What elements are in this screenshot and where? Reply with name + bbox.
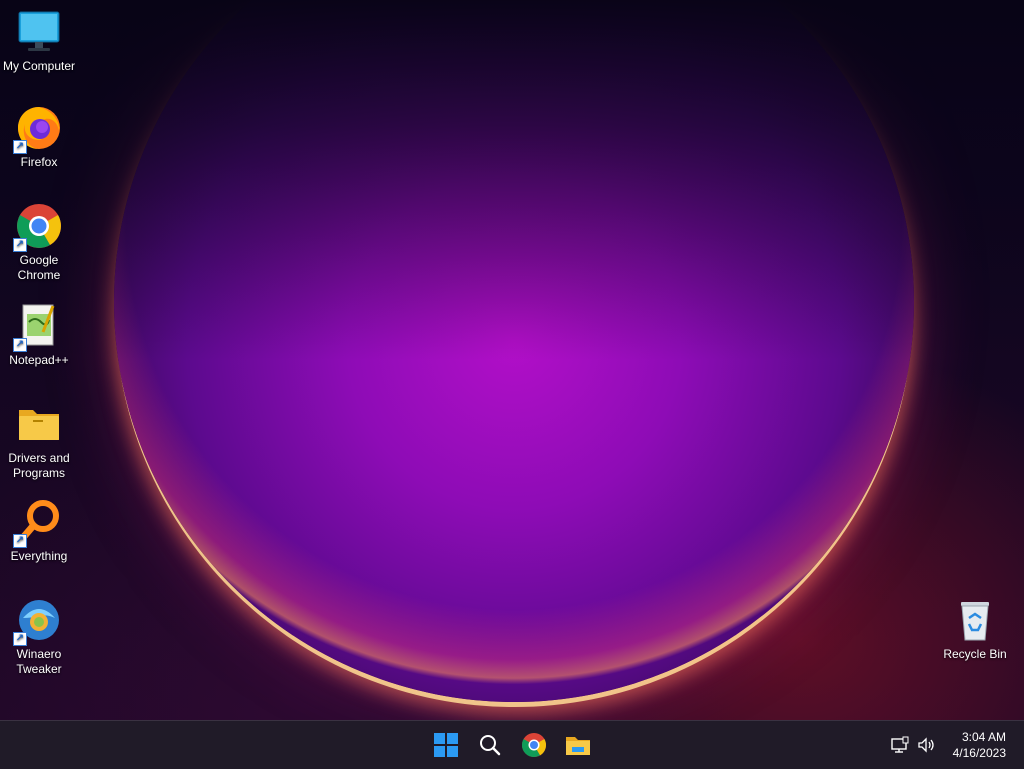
taskbar-chrome-button[interactable] — [518, 729, 550, 761]
everything-search-icon: ↗ — [13, 498, 63, 548]
desktop-icon-drivers-and-programs[interactable]: Drivers and Programs — [0, 400, 78, 481]
recycle-bin-icon — [951, 596, 999, 644]
shortcut-arrow-icon: ↗ — [13, 238, 27, 252]
windows-start-icon — [434, 733, 458, 757]
desktop-icon-label: Winaero Tweaker — [16, 647, 62, 676]
search-icon — [480, 735, 501, 756]
desktop-icon-label: Drivers and Programs — [8, 451, 70, 480]
desktop-icon-label: My Computer — [2, 59, 76, 73]
wallpaper-orb — [114, 0, 914, 702]
file-explorer-icon — [566, 737, 590, 755]
desktop-icon-label: Recycle Bin — [943, 647, 1007, 661]
desktop-icon-recycle-bin[interactable]: Recycle Bin — [936, 596, 1014, 662]
winaero-tweaker-icon: ↗ — [13, 596, 63, 646]
desktop-icon-notepadplusplus[interactable]: ↗ Notepad++ — [0, 302, 78, 368]
network-icon[interactable] — [890, 735, 910, 755]
desktop-icon-firefox[interactable]: ↗ Firefox — [0, 104, 78, 170]
taskbar: 3:04 AM 4/16/2023 — [0, 720, 1024, 769]
shortcut-arrow-icon: ↗ — [13, 534, 27, 548]
chrome-icon — [521, 733, 547, 758]
desktop-icon-label: Notepad++ — [9, 353, 69, 367]
monitor-icon — [15, 8, 63, 56]
desktop-icon-label: Firefox — [20, 155, 58, 169]
desktop-icon-my-computer[interactable]: My Computer — [0, 8, 78, 74]
shortcut-arrow-icon: ↗ — [13, 140, 27, 154]
desktop-wallpaper — [0, 0, 1024, 720]
firefox-icon: ↗ — [13, 104, 63, 154]
clock-time: 3:04 AM — [961, 730, 1006, 744]
volume-icon[interactable] — [916, 735, 936, 755]
search-button[interactable] — [474, 729, 506, 761]
shortcut-arrow-icon: ↗ — [13, 632, 27, 646]
desktop-icon-label: Everything — [10, 549, 68, 563]
shortcut-arrow-icon: ↗ — [13, 338, 27, 352]
desktop-icon-google-chrome[interactable]: ↗ Google Chrome — [0, 202, 78, 283]
folder-icon — [15, 400, 63, 448]
taskbar-clock[interactable]: 3:04 AM 4/16/2023 — [953, 729, 1006, 761]
clock-date: 4/16/2023 — [952, 746, 1006, 760]
chrome-icon: ↗ — [13, 202, 63, 252]
desktop-icon-everything[interactable]: ↗ Everything — [0, 498, 78, 564]
notepadplusplus-icon: ↗ — [13, 302, 63, 352]
start-button[interactable] — [430, 729, 462, 761]
desktop-icon-label: Google Chrome — [17, 253, 61, 282]
taskbar-file-explorer-button[interactable] — [562, 729, 594, 761]
desktop-icon-winaero-tweaker[interactable]: ↗ Winaero Tweaker — [0, 596, 78, 677]
